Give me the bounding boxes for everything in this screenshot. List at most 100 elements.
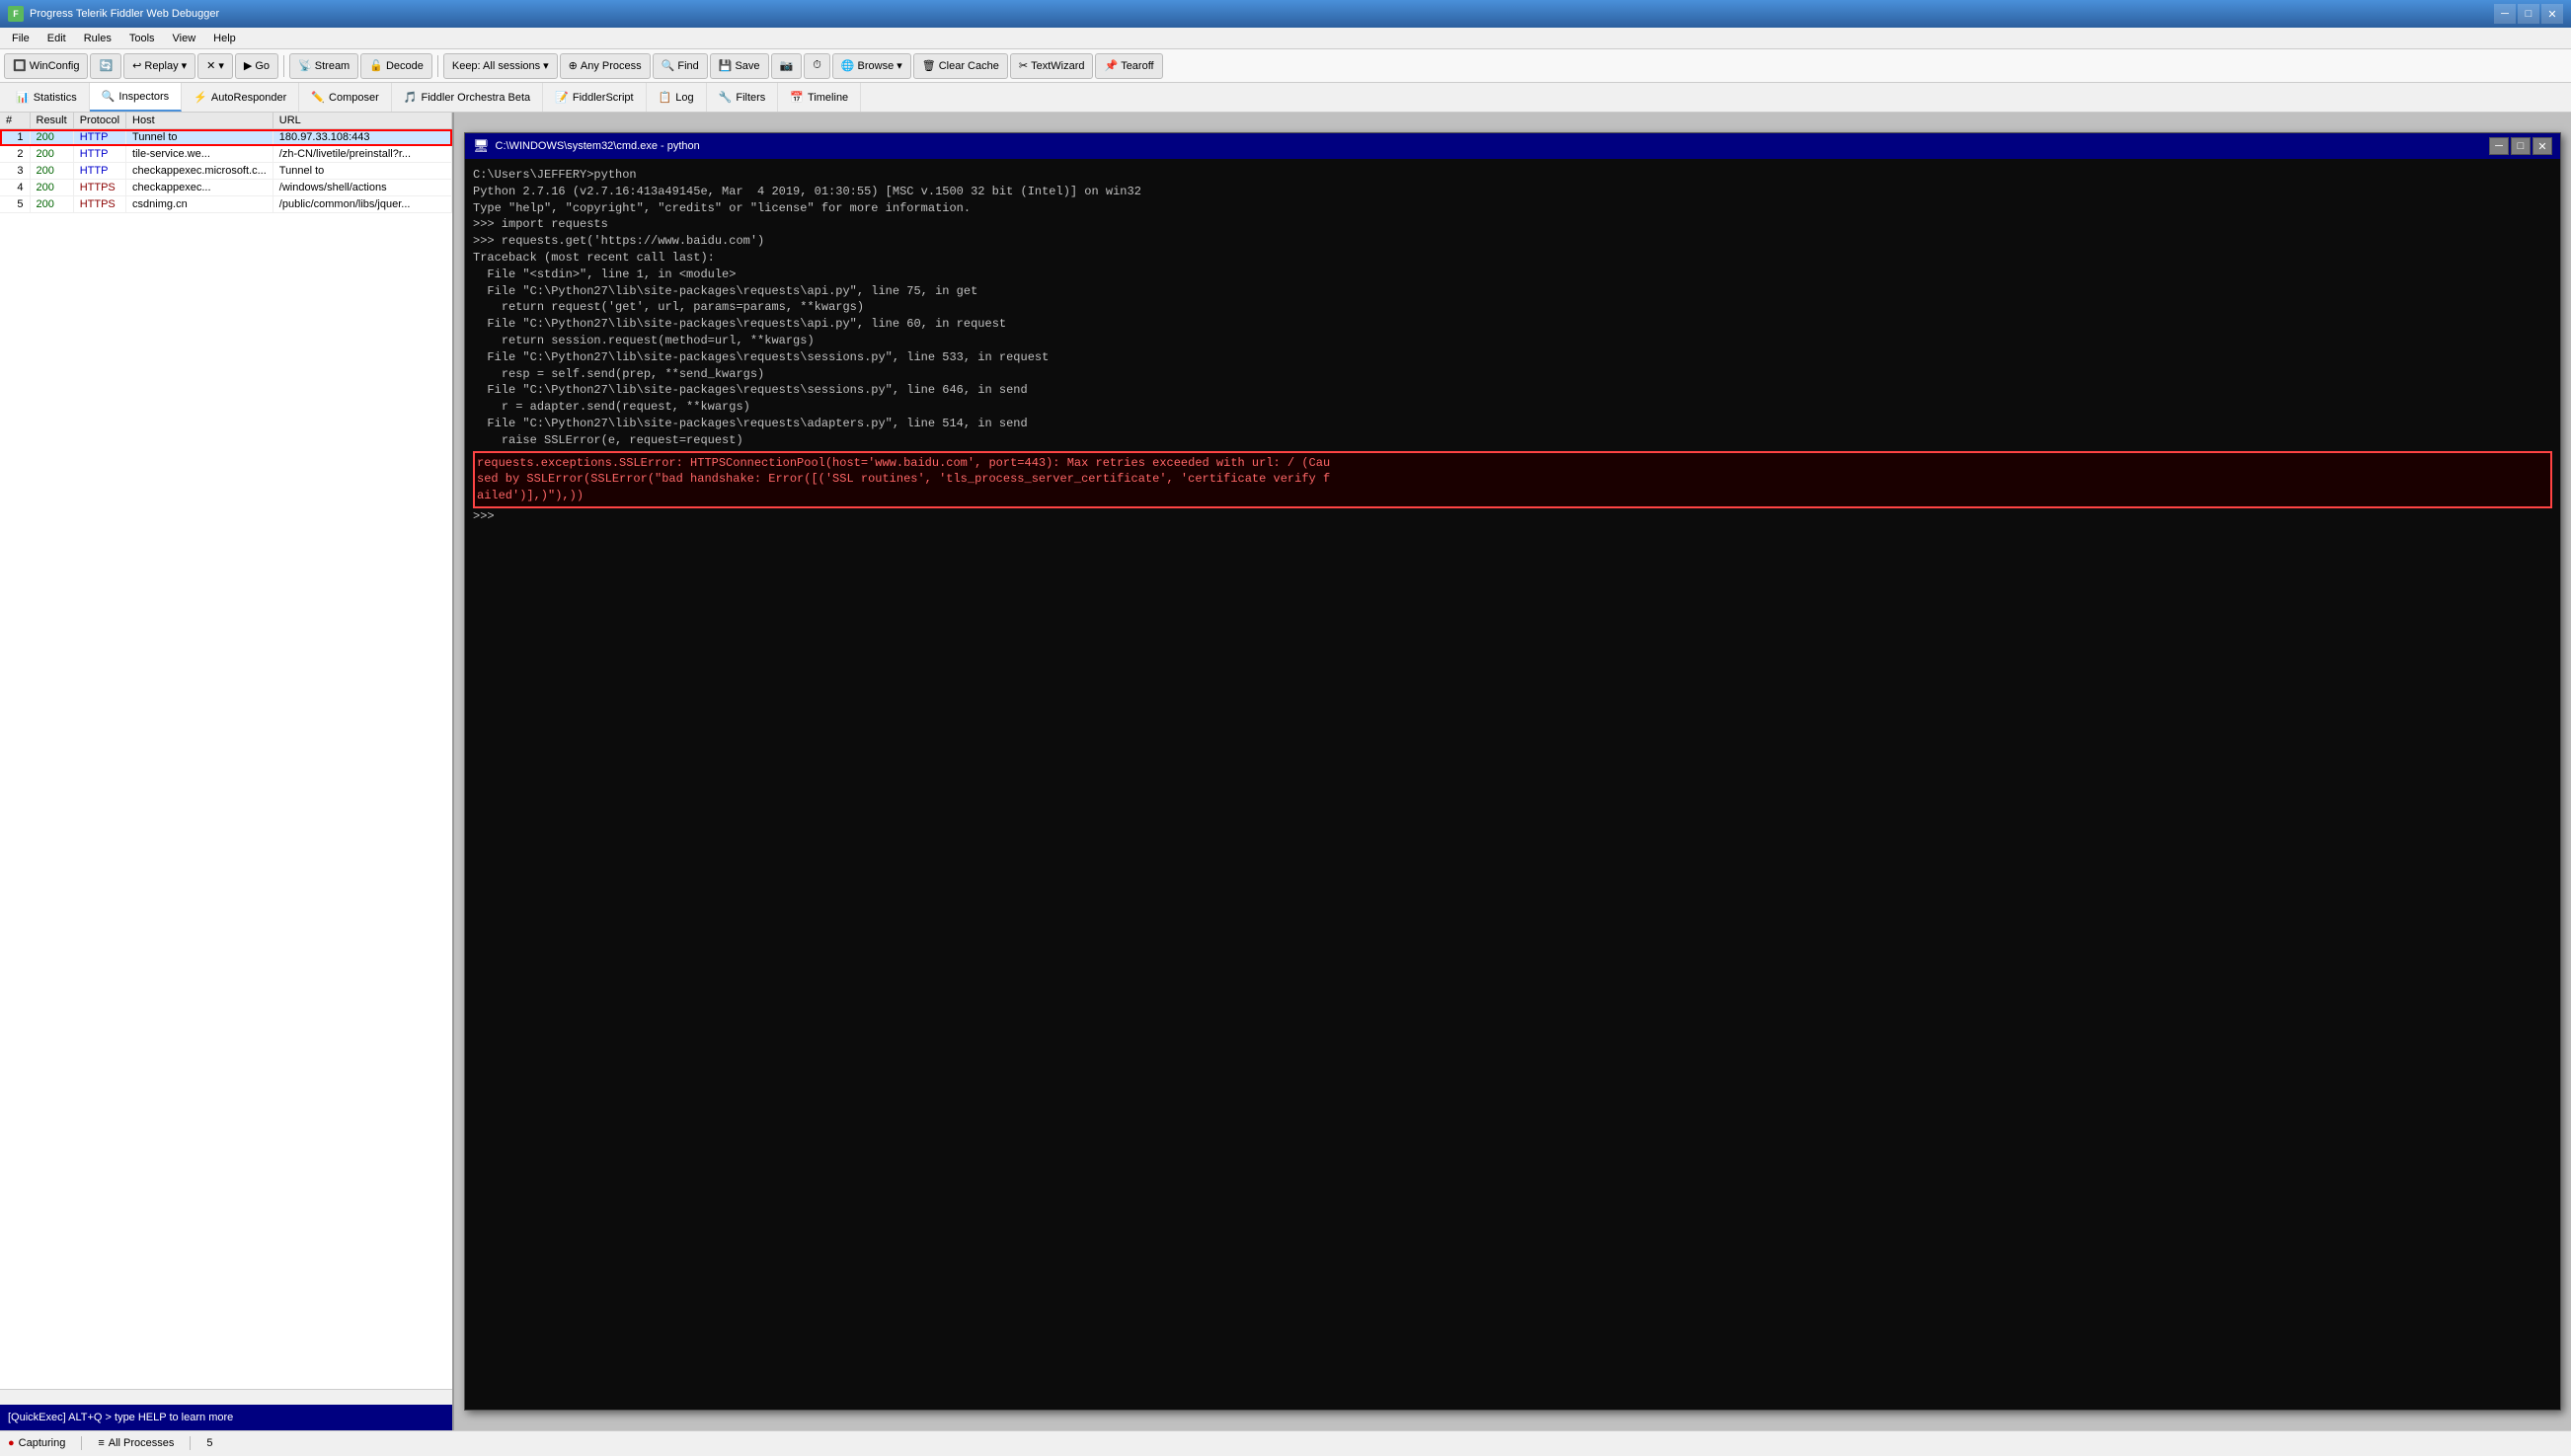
- menu-bar: File Edit Rules Tools View Help: [0, 28, 2571, 49]
- cmd-error-box: requests.exceptions.SSLError: HTTPSConne…: [473, 451, 2552, 508]
- minimize-button[interactable]: ─: [2494, 4, 2516, 24]
- remove-button[interactable]: ✕ ▾: [197, 53, 233, 79]
- table-row[interactable]: 1 200 HTTP Tunnel to 180.97.33.108:443: [0, 129, 452, 146]
- table-row[interactable]: 4 200 HTTPS checkappexec... /windows/she…: [0, 180, 452, 196]
- cell-protocol: HTTP: [73, 129, 125, 146]
- process-icon: ≡: [98, 1437, 104, 1449]
- menu-view[interactable]: View: [165, 31, 204, 46]
- cmd-line: >>> import requests: [473, 216, 2552, 233]
- cmd-prompt-line: >>>: [473, 508, 2552, 525]
- find-button[interactable]: 🔍 Find: [653, 53, 708, 79]
- cell-protocol: HTTPS: [73, 196, 125, 213]
- cmd-error-line: sed by SSLError(SSLError("bad handshake:…: [477, 471, 2548, 488]
- inspectors-icon: 🔍: [102, 90, 116, 103]
- browse-button[interactable]: 🌐 Browse ▾: [832, 53, 911, 79]
- tearoff-icon: 📌: [1104, 59, 1118, 72]
- tab-autoresponder[interactable]: ⚡ AutoResponder: [182, 83, 299, 112]
- cmd-line: Python 2.7.16 (v2.7.16:413a49145e, Mar 4…: [473, 184, 2552, 200]
- tab-composer[interactable]: ✏️ Composer: [299, 83, 391, 112]
- any-process-button[interactable]: ⊕ Any Process: [560, 53, 651, 79]
- table-row[interactable]: 5 200 HTTPS csdnimg.cn /public/common/li…: [0, 196, 452, 213]
- col-header-num: #: [0, 113, 30, 129]
- tab-log[interactable]: 📋 Log: [647, 83, 707, 112]
- timer-button[interactable]: ⏱: [804, 53, 830, 79]
- tearoff-label: Tearoff: [1121, 60, 1153, 72]
- stream-button[interactable]: 📡 Stream: [289, 53, 358, 79]
- capture-status: ● Capturing: [8, 1437, 65, 1449]
- cell-host: checkappexec...: [126, 180, 273, 196]
- autoresponder-icon: ⚡: [194, 91, 207, 104]
- horizontal-scrollbar[interactable]: [0, 1389, 452, 1405]
- capture-label: Capturing: [19, 1437, 66, 1449]
- menu-tools[interactable]: Tools: [121, 31, 163, 46]
- quickexec-bar: [QuickExec] ALT+Q > type HELP to learn m…: [0, 1405, 452, 1430]
- winconfig-button[interactable]: 🔲 WinConfig: [4, 53, 88, 79]
- go-label: Go: [255, 60, 270, 72]
- cmd-line: Type "help", "copyright", "credits" or "…: [473, 200, 2552, 217]
- col-header-host: Host: [126, 113, 273, 129]
- cell-result: 200: [30, 196, 73, 213]
- tab-fiddlerscript[interactable]: 📝 FiddlerScript: [543, 83, 646, 112]
- screenshot-button[interactable]: 📷: [771, 53, 803, 79]
- tab-fiddler-orchestra[interactable]: 🎵 Fiddler Orchestra Beta: [392, 83, 543, 112]
- col-header-url: URL: [273, 113, 451, 129]
- cell-result: 200: [30, 180, 73, 196]
- browse-icon: 🌐: [841, 59, 855, 72]
- tab-filters[interactable]: 🔧 Filters: [707, 83, 779, 112]
- save-button[interactable]: 💾 Save: [710, 53, 769, 79]
- menu-file[interactable]: File: [4, 31, 38, 46]
- cell-result: 200: [30, 163, 73, 180]
- cmd-line: Traceback (most recent call last):: [473, 250, 2552, 267]
- table-row[interactable]: 3 200 HTTP checkappexec.microsoft.c... T…: [0, 163, 452, 180]
- cmd-line: return request('get', url, params=params…: [473, 299, 2552, 316]
- cmd-close-button[interactable]: ✕: [2532, 137, 2552, 155]
- table-row[interactable]: 2 200 HTTP tile-service.we... /zh-CN/liv…: [0, 146, 452, 163]
- cell-url: 180.97.33.108:443: [273, 129, 451, 146]
- cell-url: /public/common/libs/jquer...: [273, 196, 451, 213]
- cmd-minimize-button[interactable]: ─: [2489, 137, 2509, 155]
- statistics-label: Statistics: [34, 92, 77, 104]
- remove-icon: ✕: [206, 59, 215, 72]
- maximize-button[interactable]: □: [2518, 4, 2539, 24]
- menu-rules[interactable]: Rules: [76, 31, 119, 46]
- save-label: Save: [735, 60, 759, 72]
- process-label: All Processes: [109, 1437, 175, 1449]
- cmd-line: File "<stdin>", line 1, in <module>: [473, 267, 2552, 283]
- keep-sessions-button[interactable]: Keep: All sessions ▾: [443, 53, 558, 79]
- cmd-line: >>> requests.get('https://www.baidu.com'…: [473, 233, 2552, 250]
- cell-num: 3: [0, 163, 30, 180]
- go-button[interactable]: ▶ Go: [235, 53, 278, 79]
- cmd-maximize-button[interactable]: □: [2511, 137, 2531, 155]
- tab-inspectors[interactable]: 🔍 Inspectors: [90, 83, 182, 112]
- cmd-window: 🖥 C:\WINDOWS\system32\cmd.exe - python ─…: [464, 132, 2561, 1411]
- clear-cache-icon: 🗑: [922, 59, 936, 72]
- decode-button[interactable]: 🔓 Decode: [360, 53, 432, 79]
- winconfig-icon: 🔲: [13, 59, 27, 72]
- cell-result: 200: [30, 129, 73, 146]
- menu-edit[interactable]: Edit: [39, 31, 74, 46]
- text-wizard-button[interactable]: ✂ TextWizard: [1010, 53, 1094, 79]
- tab-statistics[interactable]: 📊 Statistics: [4, 83, 90, 112]
- clear-cache-button[interactable]: 🗑 Clear Cache: [913, 53, 1008, 79]
- any-process-label: Any Process: [581, 60, 642, 72]
- clear-cache-label: Clear Cache: [939, 60, 999, 72]
- go-icon: ▶: [244, 59, 252, 72]
- filters-label: Filters: [736, 92, 765, 104]
- replay-button[interactable]: ↩ Replay ▾: [123, 53, 195, 79]
- text-wizard-icon: ✂: [1019, 59, 1028, 72]
- tearoff-button[interactable]: 📌 Tearoff: [1095, 53, 1162, 79]
- close-button[interactable]: ✕: [2541, 4, 2563, 24]
- title-bar: F Progress Telerik Fiddler Web Debugger …: [0, 0, 2571, 28]
- toolbar-separator-2: [437, 55, 438, 77]
- cmd-line: File "C:\Python27\lib\site-packages\requ…: [473, 283, 2552, 300]
- filters-icon: 🔧: [719, 91, 733, 104]
- tab-timeline[interactable]: 📅 Timeline: [778, 83, 861, 112]
- text-wizard-label: TextWizard: [1031, 60, 1084, 72]
- menu-help[interactable]: Help: [205, 31, 244, 46]
- composer-icon: ✏️: [311, 91, 325, 104]
- session-count: 5: [206, 1437, 212, 1449]
- keep-dropdown-icon: ▾: [543, 59, 549, 72]
- stream-toggle[interactable]: 🔄: [90, 53, 121, 79]
- stream-icon2: 📡: [298, 59, 312, 72]
- sessions-panel: # Result Protocol Host URL 1 200 HTTP Tu…: [0, 113, 454, 1430]
